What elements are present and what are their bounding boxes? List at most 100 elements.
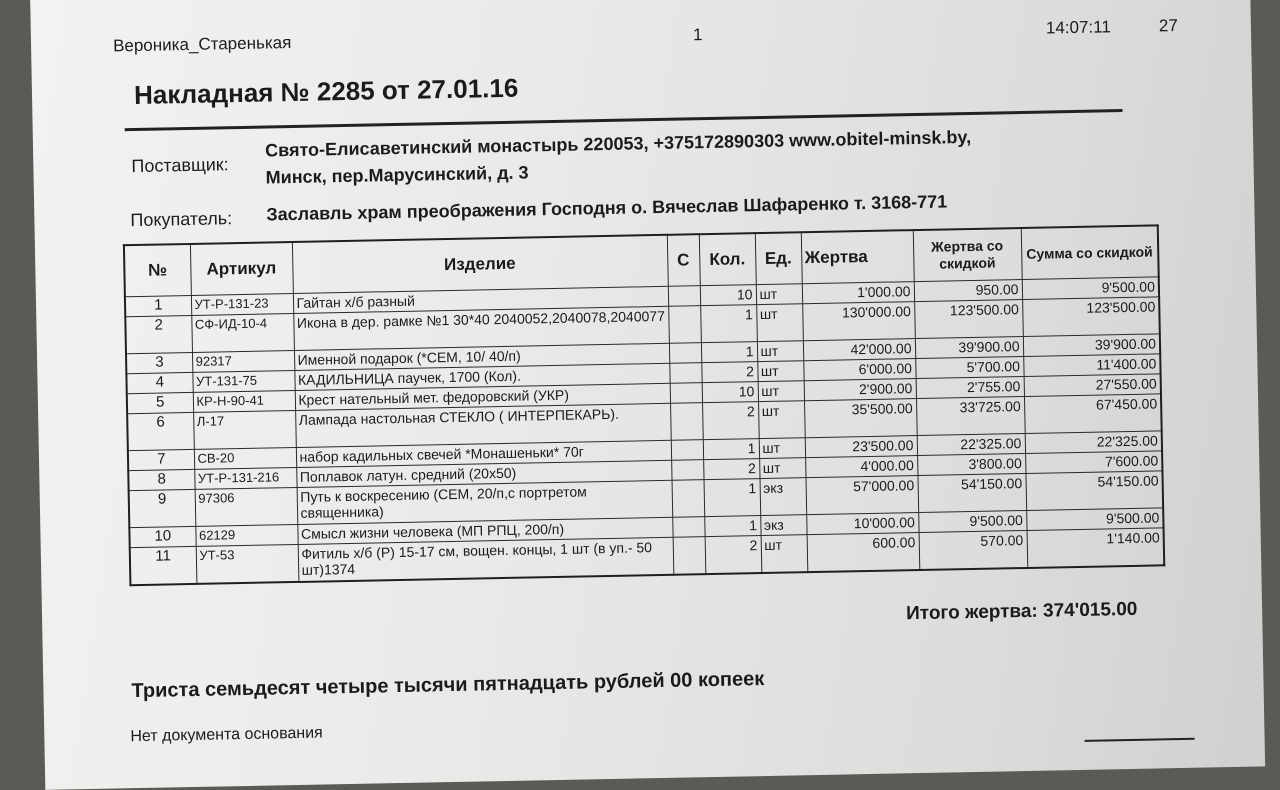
cell-discount-sum: 9'500.00: [1021, 276, 1160, 300]
cell-qty: 1: [704, 515, 761, 537]
cell-unit: шт: [755, 283, 803, 305]
cell-c: [672, 516, 705, 538]
cell-num: 2: [125, 315, 192, 354]
cell-unit: шт: [758, 400, 805, 439]
cell-c: [672, 536, 706, 575]
cell-price: 23'500.00: [804, 435, 918, 458]
amount-in-words: Триста семьдесят четыре тысячи пятнадцат…: [131, 668, 765, 703]
cell-price: 10'000.00: [806, 512, 919, 535]
cell-article: 92317: [191, 350, 295, 373]
cell-discount-price: 123'500.00: [914, 299, 1023, 339]
cell-discount-sum: 9'500.00: [1026, 507, 1164, 531]
cell-discount-sum: 22'325.00: [1024, 430, 1163, 454]
cell-c: [667, 285, 701, 307]
cell-qty: 2: [702, 401, 759, 440]
col-header-c: С: [666, 234, 700, 287]
cell-article: СВ-20: [193, 447, 297, 470]
items-table: № Артикул Изделие С Кол. Ед. Жертва Жерт…: [122, 224, 1166, 587]
cell-price: 57'000.00: [805, 475, 919, 515]
cell-num: 8: [128, 469, 195, 491]
cell-c: [668, 305, 701, 344]
cell-discount-price: 5'700.00: [915, 356, 1024, 379]
cell-discount-sum: 11'400.00: [1023, 353, 1161, 377]
cell-article: Л-17: [193, 410, 296, 450]
cell-discount-price: 9'500.00: [918, 510, 1027, 533]
cell-price: 2'900.00: [803, 378, 917, 401]
cell-discount-sum: 54'150.00: [1025, 470, 1164, 511]
cell-qty: 1: [700, 341, 758, 363]
cell-c: [670, 402, 703, 441]
cell-num: 4: [126, 372, 193, 394]
buyer-value: Заславль храм преображения Господня о. В…: [266, 191, 948, 225]
print-time: 14:07:11: [1045, 17, 1112, 38]
cell-unit: экз: [759, 477, 807, 516]
cell-discount-price: 33'725.00: [916, 396, 1025, 436]
cell-c: [671, 479, 705, 518]
cell-qty: 2: [703, 458, 760, 480]
invoice-title: Накладная № 2285 от 27.01.16: [133, 72, 519, 111]
col-header-qty: Кол.: [698, 233, 756, 286]
print-author: Вероника_Старенькая: [112, 32, 292, 56]
cell-qty: 2: [701, 361, 758, 383]
cell-price: 6'000.00: [803, 358, 916, 381]
cell-c: [670, 439, 704, 461]
cell-price: 130'000.00: [802, 301, 915, 341]
cell-discount-price: 570.00: [918, 530, 1028, 571]
cell-num: 6: [127, 412, 194, 451]
cell-c: [671, 459, 704, 481]
cell-article: УТ-Р-131-216: [194, 467, 297, 490]
cell-num: 1: [124, 295, 192, 317]
print-day: 27: [1158, 15, 1178, 36]
cell-unit: шт: [758, 437, 806, 459]
cell-unit: шт: [757, 380, 805, 402]
page-number: 1: [692, 25, 703, 45]
cell-qty: 1: [702, 438, 760, 460]
col-header-price: Жертва: [800, 230, 914, 284]
cell-discount-sum: 7'600.00: [1025, 450, 1163, 474]
cell-num: 5: [126, 392, 194, 414]
cell-discount-sum: 1'140.00: [1026, 527, 1165, 568]
cell-article: УТ-Р-131-23: [190, 293, 294, 316]
supplier-value: Свято-Елисаветинский монастырь 220053, +…: [265, 124, 972, 192]
cell-qty: 1: [703, 478, 761, 517]
col-header-discount-sum: Сумма со скидкой: [1020, 225, 1159, 280]
col-header-item: Изделие: [291, 234, 668, 294]
col-header-article: Артикул: [189, 242, 293, 296]
col-header-num: №: [123, 243, 191, 297]
cell-c: [669, 382, 703, 404]
cell-c: [669, 362, 702, 384]
cell-price: 42'000.00: [802, 338, 916, 361]
cell-price: 35'500.00: [804, 398, 917, 438]
cell-num: 3: [126, 352, 193, 374]
cell-price: 600.00: [806, 532, 920, 573]
cell-discount-price: 39'900.00: [914, 336, 1024, 359]
cell-qty: 10: [699, 284, 757, 306]
cell-qty: 1: [700, 304, 757, 343]
cell-num: 9: [128, 489, 196, 528]
cell-article: 97306: [194, 487, 298, 527]
cell-article: УТ-131-75: [192, 370, 295, 393]
supplier-label: Поставщик:: [131, 154, 229, 177]
cell-discount-sum: 67'450.00: [1023, 393, 1162, 434]
cell-article: СФ-ИД-10-4: [191, 313, 294, 353]
col-header-unit: Ед.: [754, 232, 802, 285]
cell-discount-price: 54'150.00: [917, 473, 1027, 513]
col-header-discount-price: Жертва со скидкой: [912, 228, 1022, 282]
cell-discount-price: 3'800.00: [917, 453, 1026, 476]
cell-price: 1'000.00: [801, 281, 915, 304]
cell-unit: шт: [756, 303, 803, 342]
cell-unit: шт: [756, 340, 804, 362]
cell-discount-price: 950.00: [913, 279, 1023, 302]
total-amount: Итого жертва: 374'015.00: [905, 598, 1138, 625]
cell-c: [668, 342, 702, 364]
cell-item: Фитиль х/б (Р) 15-17 см, вощен. концы, 1…: [297, 537, 674, 582]
cell-qty: 2: [704, 535, 762, 575]
cell-discount-sum: 27'550.00: [1023, 373, 1161, 397]
cell-unit: шт: [757, 360, 804, 382]
cell-num: 10: [129, 526, 196, 548]
cell-discount-sum: 39'900.00: [1022, 333, 1161, 357]
buyer-label: Покупатель:: [130, 208, 233, 231]
cell-price: 4'000.00: [805, 455, 918, 478]
cell-num: 7: [127, 449, 195, 471]
cell-discount-price: 2'755.00: [915, 376, 1024, 399]
